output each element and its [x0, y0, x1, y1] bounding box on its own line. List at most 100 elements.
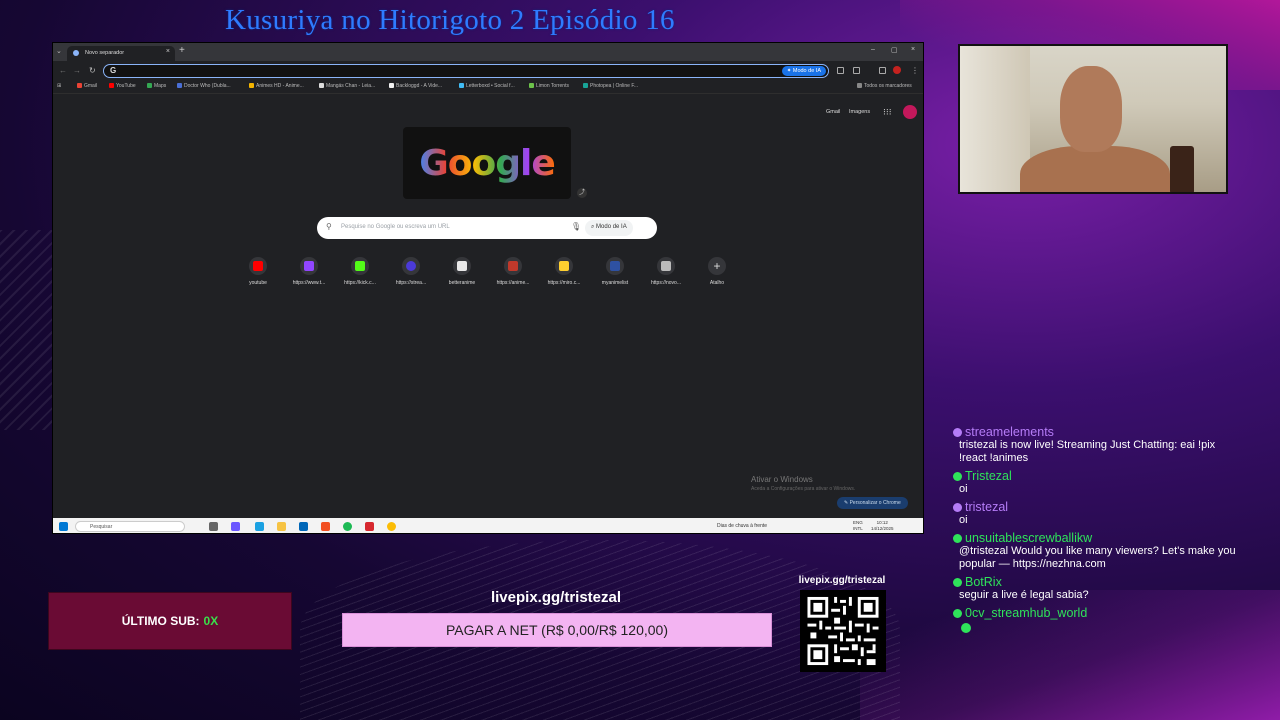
- webcam-lamp: [1170, 146, 1194, 192]
- customize-chrome-button[interactable]: ✎ Personalizar o Chrome: [837, 497, 908, 509]
- tab-search-icon[interactable]: ⌄: [56, 47, 62, 55]
- shortcut-label: https://www.t...: [292, 280, 326, 286]
- forward-icon[interactable]: →: [73, 66, 81, 75]
- shortcut-kick[interactable]: https://kick.c...: [336, 257, 384, 286]
- bookmark-maps[interactable]: Maps: [147, 83, 166, 89]
- novo-icon: [657, 257, 675, 275]
- copilot-icon[interactable]: [231, 522, 240, 531]
- all-bookmarks[interactable]: Todos os marcadores: [857, 83, 912, 89]
- edge-icon[interactable]: [255, 522, 264, 531]
- bookmark-letterboxd[interactable]: Letterboxd • Social f...: [459, 83, 515, 89]
- chat-badge-icon: [953, 427, 962, 437]
- myanimelist-icon: [606, 257, 624, 275]
- ai-mode-search-button[interactable]: ⌕ Modo de IA: [585, 220, 633, 236]
- weather-widget[interactable]: Dias de chuva à frente: [717, 523, 767, 529]
- gmail-link[interactable]: Gmail: [826, 109, 840, 115]
- tab-close-icon[interactable]: ×: [166, 48, 170, 55]
- share-icon[interactable]: ⤴: [577, 188, 587, 198]
- ai-mode-button[interactable]: ✦ Modo de IA: [781, 66, 826, 76]
- minimize-button[interactable]: –: [871, 46, 875, 53]
- qr-code: [800, 590, 886, 672]
- shortcut-youtube[interactable]: youtube: [234, 257, 282, 286]
- chat-text: oi: [959, 483, 968, 495]
- shortcut-twitch[interactable]: https://www.t...: [285, 257, 333, 286]
- chat-username: Tristezal: [965, 469, 1012, 483]
- tab-title: Novo separador: [85, 50, 125, 56]
- chat-message: Tristezal oi: [953, 469, 1238, 496]
- images-link[interactable]: Imagens: [849, 109, 870, 115]
- outlook-icon[interactable]: [299, 522, 308, 531]
- chat-username: unsuitablescrewballikw: [965, 531, 1093, 545]
- stream-title: Kusuriya no Hitorigoto 2 Episódio 16: [225, 4, 675, 36]
- miro-icon: [555, 257, 573, 275]
- explorer-icon[interactable]: [277, 522, 286, 531]
- bookmark-backloggd[interactable]: Backloggd - A Vide...: [389, 83, 442, 89]
- search-input[interactable]: ⚲ Pesquise no Google ou escreva um URL 🎙…: [317, 217, 657, 239]
- chat-message: unsuitablescrewballikw @tristezal Would …: [953, 531, 1238, 571]
- donation-goal-bar: PAGAR A NET (R$ 0,00/R$ 120,00): [342, 613, 772, 647]
- google-doodle[interactable]: Google: [403, 127, 571, 199]
- chat-badge-icon: [953, 471, 962, 481]
- shortcut-label: https://strea...: [395, 280, 427, 286]
- taskbar-clock[interactable]: 10:12 14/12/2025: [871, 520, 894, 532]
- split-icon[interactable]: [879, 67, 886, 74]
- bookmark-youtube[interactable]: YouTube: [109, 83, 136, 89]
- plus-icon: +: [708, 257, 726, 275]
- youtube-icon: [249, 257, 267, 275]
- shortcut-add[interactable]: + Atalho: [693, 257, 741, 286]
- back-icon[interactable]: ←: [59, 66, 67, 75]
- shortcut-myanimelist[interactable]: myanimelist: [591, 257, 639, 286]
- task-view-icon[interactable]: [209, 522, 218, 531]
- maximize-button[interactable]: ▢: [891, 46, 898, 54]
- stripe-decoration-left: [0, 230, 60, 430]
- lang-region: INTL: [853, 526, 863, 531]
- webcam-person-head: [1060, 66, 1122, 152]
- extension-icon[interactable]: [837, 67, 844, 74]
- tab-favicon-icon: [73, 50, 79, 56]
- app-icon[interactable]: [365, 522, 374, 531]
- spotify-icon[interactable]: [343, 522, 352, 531]
- shortcut-stream[interactable]: https://strea...: [387, 257, 435, 286]
- bookmark-doctor-who[interactable]: Doctor Who (Dubla...: [177, 83, 231, 89]
- google-apps-icon[interactable]: ⁝⁝⁝: [883, 107, 892, 118]
- webcam-feed: [958, 44, 1228, 194]
- search-placeholder: Pesquise no Google ou escreva um URL: [341, 224, 450, 230]
- mic-icon[interactable]: 🎙: [571, 222, 581, 231]
- bookmark-photopea[interactable]: Photopea | Online F...: [583, 83, 638, 89]
- bookmark-gmail[interactable]: Gmail: [77, 83, 97, 89]
- chat-text: tristezal is now live! Streaming Just Ch…: [959, 439, 1216, 464]
- shortcut-betteranime[interactable]: betteranime: [438, 257, 486, 286]
- taskbar-search-label: Pesquisar: [90, 524, 113, 530]
- start-icon[interactable]: [59, 522, 68, 531]
- lang-code: ENG: [853, 520, 863, 525]
- address-bar[interactable]: G ✦ Modo de IA: [103, 64, 829, 78]
- last-sub-label: ÚLTIMO SUB:: [121, 614, 200, 628]
- profile-icon[interactable]: [893, 66, 901, 74]
- shortcut-anime[interactable]: https://anime...: [489, 257, 537, 286]
- chat-text: oi: [959, 514, 968, 526]
- account-avatar[interactable]: [903, 105, 917, 119]
- new-tab-button[interactable]: +: [179, 45, 185, 56]
- bookmark-limon-torrents[interactable]: Limon Torrents: [529, 83, 569, 89]
- shortcut-label: https://miro.c...: [547, 280, 581, 286]
- bookmark-animes-hd[interactable]: Animes HD - Anime...: [249, 83, 304, 89]
- chrome-icon[interactable]: [387, 522, 396, 531]
- bookmark-mangas-chan[interactable]: Mangás Chan - Leia...: [319, 83, 375, 89]
- shortcut-novo[interactable]: https://novo...: [642, 257, 690, 286]
- reload-icon[interactable]: ↻: [89, 66, 96, 75]
- chat-username: BotRix: [965, 575, 1002, 589]
- puzzle-icon[interactable]: [853, 67, 860, 74]
- menu-icon[interactable]: ⋮: [911, 66, 919, 75]
- shortcut-label: youtube: [249, 280, 267, 286]
- clock-time: 10:12: [876, 520, 888, 525]
- apps-grid-icon[interactable]: ⊞: [57, 83, 61, 89]
- chat-message: BotRix seguir a live é legal sabia?: [953, 575, 1238, 602]
- shortcut-miro[interactable]: https://miro.c...: [540, 257, 588, 286]
- screen-capture: ⌄ Novo separador × + – ▢ × ← → ↻ G ✦ Mod…: [52, 42, 924, 534]
- language-indicator[interactable]: ENG INTL: [853, 520, 863, 532]
- close-window-button[interactable]: ×: [911, 46, 915, 53]
- tab-new-tab[interactable]: Novo separador ×: [67, 46, 175, 61]
- taskbar-search[interactable]: Pesquisar: [75, 521, 185, 532]
- livepix-title: livepix.gg/tristezal: [490, 589, 622, 606]
- office-icon[interactable]: [321, 522, 330, 531]
